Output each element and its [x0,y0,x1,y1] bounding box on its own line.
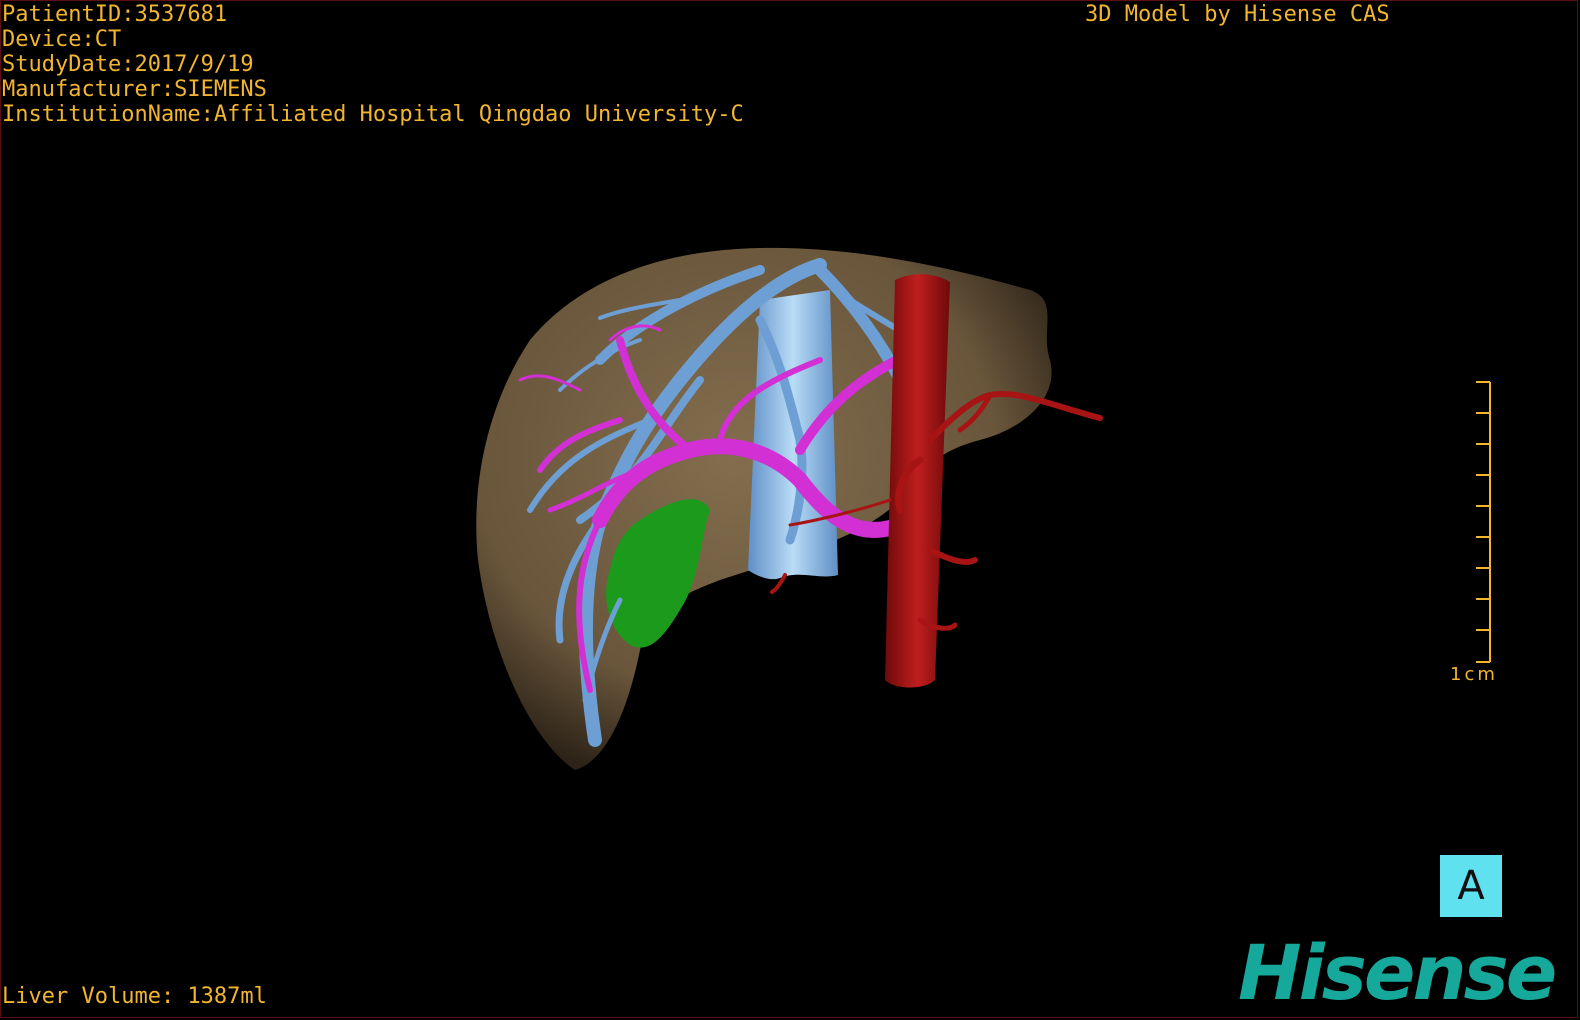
liver-volume: Liver Volume: 1387ml [2,984,267,1009]
study-date: StudyDate:2017/9/19 [2,52,254,77]
model-credit: 3D Model by Hisense CAS [1085,2,1390,27]
scale-bar [1476,381,1491,663]
scale-bar-label: 1cm [1450,664,1498,685]
liver-3d-model[interactable] [0,0,1580,1020]
manufacturer: Manufacturer:SIEMENS [2,77,267,102]
device: Device:CT [2,27,122,52]
hisense-logo: Hisense [1238,928,1557,1017]
dicom-info-overlay: PatientID:3537681 Device:CT StudyDate:20… [2,2,744,127]
patient-id: PatientID:3537681 [2,2,228,27]
institution-name: InstitutionName:Affiliated Hospital Qing… [2,102,744,127]
orientation-anterior-button[interactable]: A [1440,855,1502,917]
